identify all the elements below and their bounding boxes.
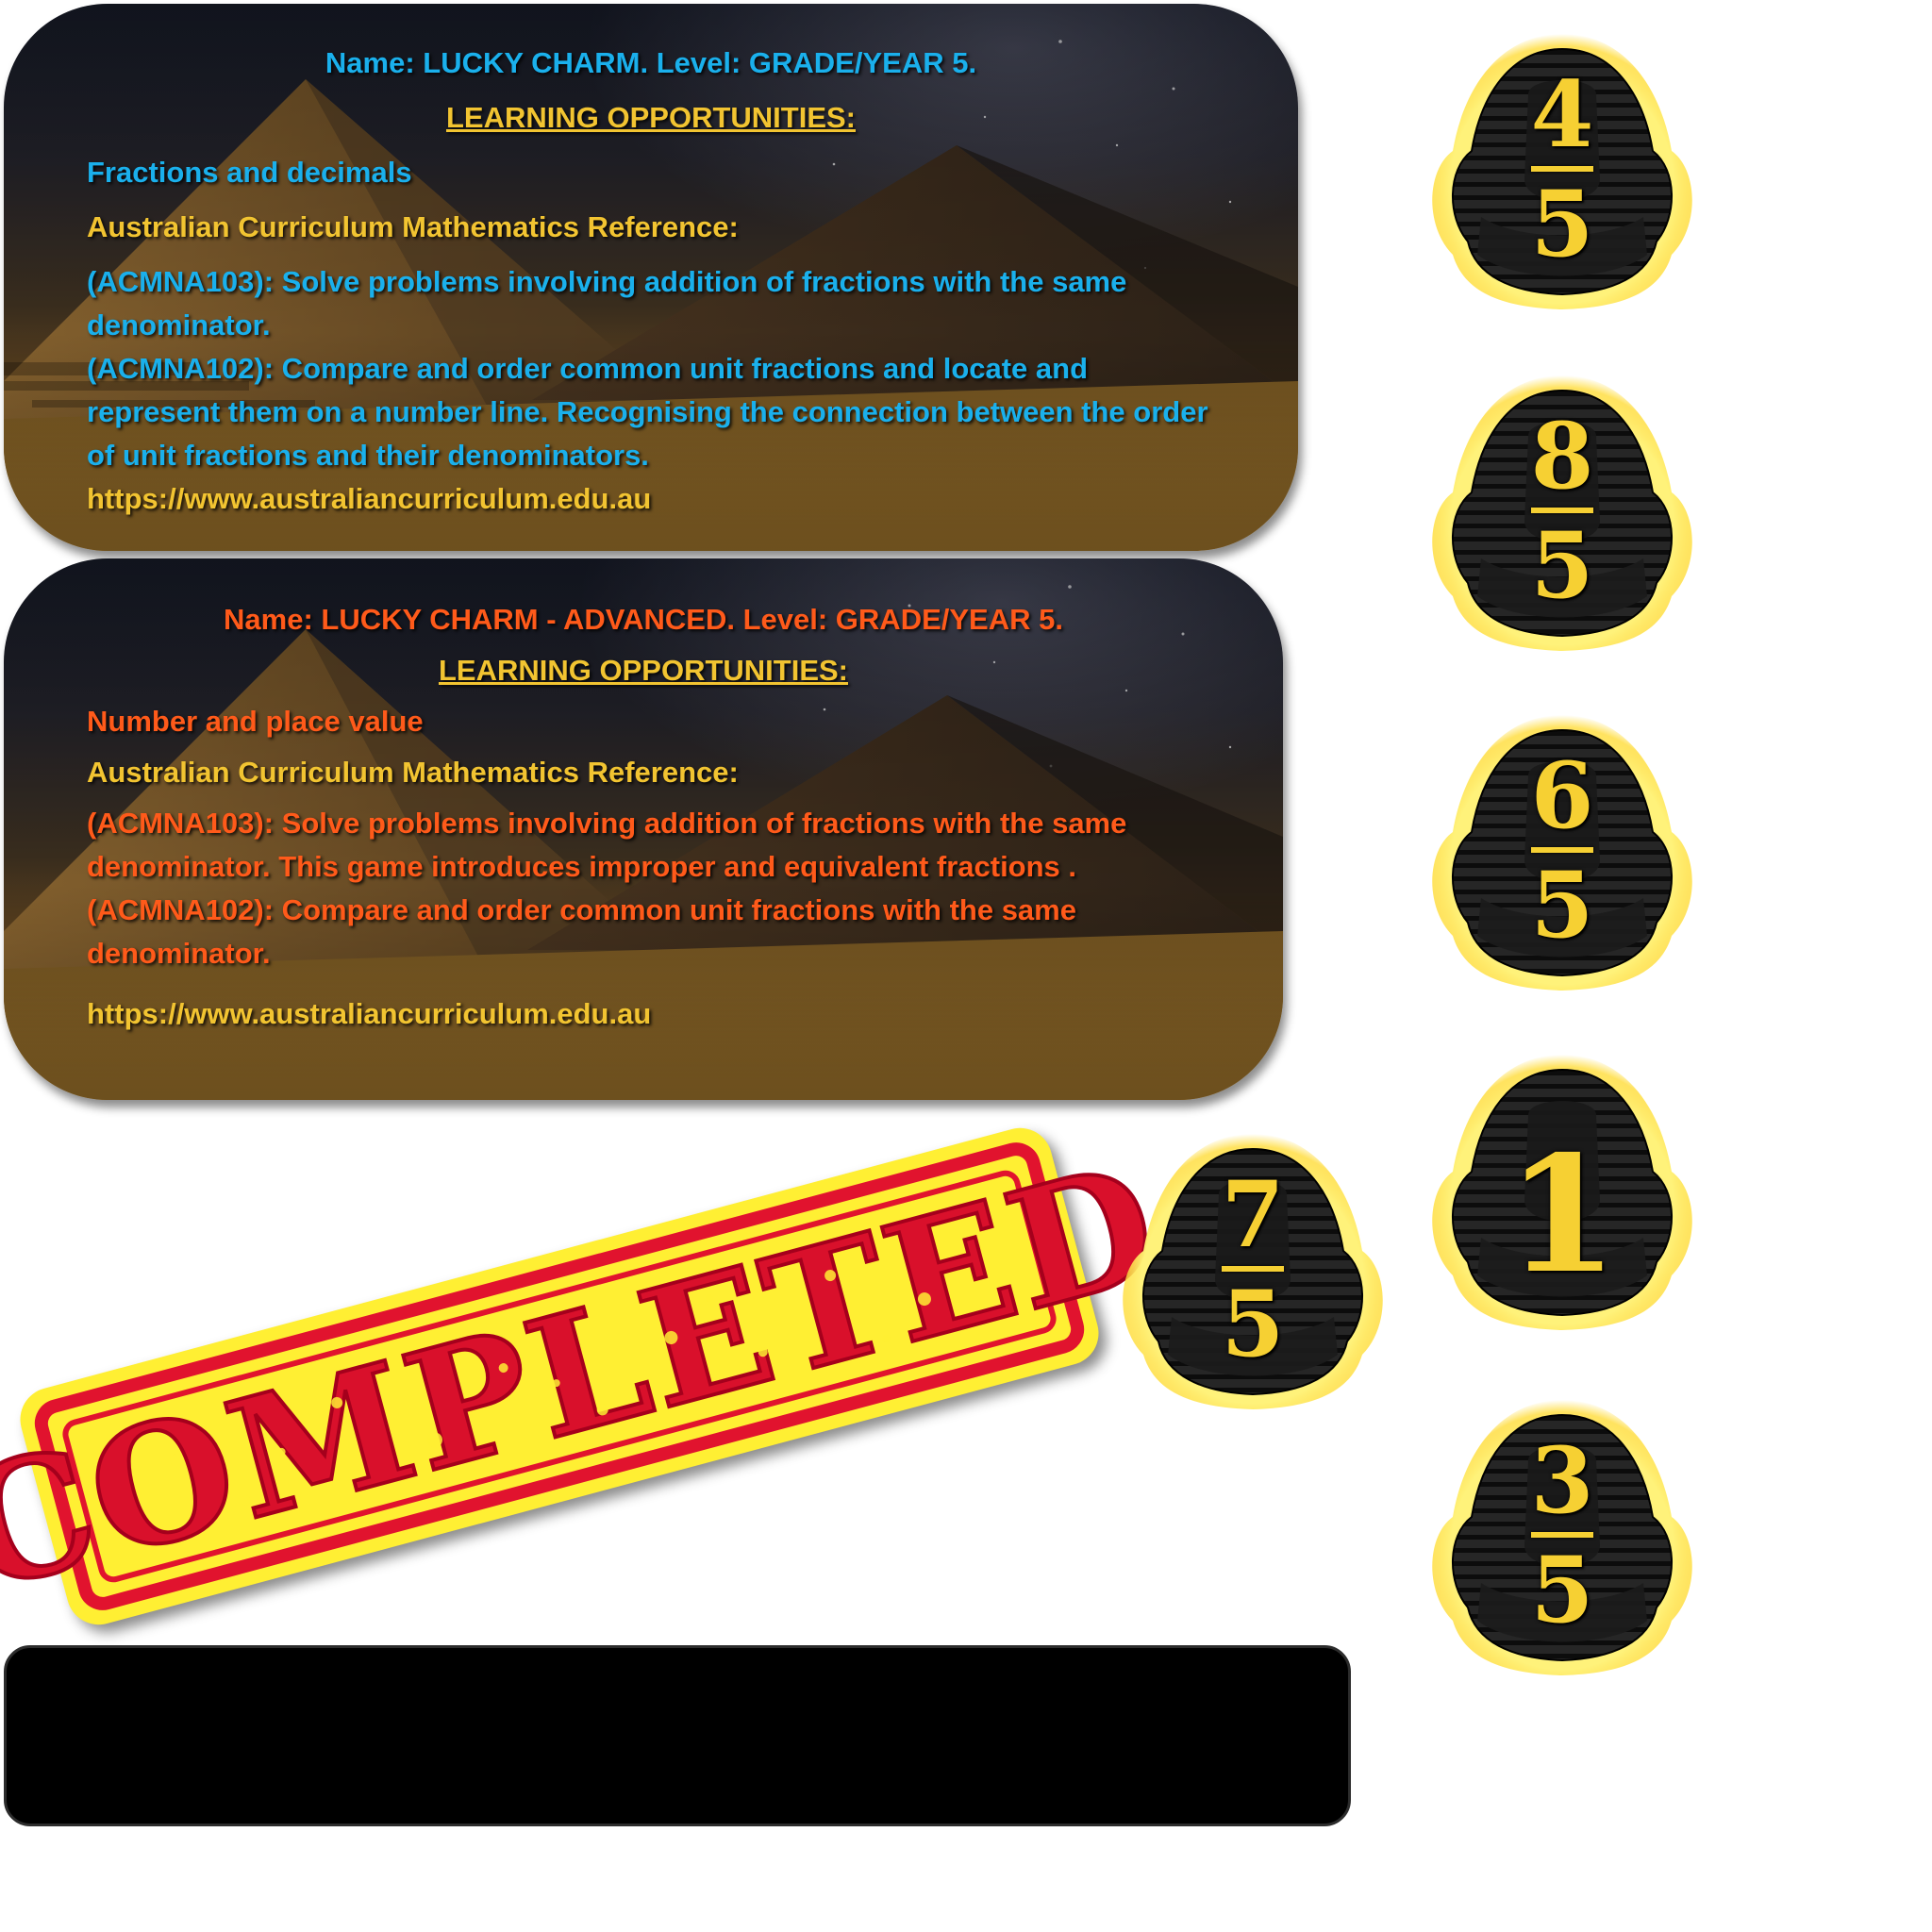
curriculum-link[interactable]: https://www.australiancurriculum.edu.au	[87, 477, 1215, 521]
token-denominator: 5	[1530, 512, 1594, 619]
info-panel-basic: Name: LUCKY CHARM. Level: GRADE/YEAR 5. …	[4, 4, 1298, 551]
topic-label: Fractions and decimals	[87, 156, 412, 189]
token-numerator: 8	[1530, 403, 1594, 509]
token-whole-number: 1	[1506, 1121, 1619, 1309]
token-denominator: 5	[1530, 1537, 1594, 1643]
message-bar	[4, 1645, 1351, 1826]
token-denominator: 5	[1530, 852, 1594, 958]
info-panel-advanced: Name: LUCKY CHARM - ADVANCED. Level: GRA…	[4, 558, 1283, 1100]
token-denominator: 5	[1530, 171, 1594, 277]
stamp-grunge-texture	[170, 1270, 931, 1506]
curriculum-reference-label: Australian Curriculum Mathematics Refere…	[87, 210, 739, 243]
fraction-token[interactable]: 3 5	[1424, 1394, 1700, 1677]
game-title: Name: LUCKY CHARM. Level: GRADE/YEAR 5.	[325, 46, 977, 79]
topic-label: Number and place value	[87, 705, 424, 738]
token-numerator: 4	[1530, 61, 1594, 168]
placed-fraction-token[interactable]: 7 5	[1115, 1128, 1391, 1411]
whole-number-token[interactable]: 1	[1424, 1049, 1700, 1332]
token-numerator: 6	[1530, 742, 1594, 849]
token-denominator: 5	[1221, 1271, 1285, 1377]
curriculum-link[interactable]: https://www.australiancurriculum.edu.au	[87, 992, 1200, 1036]
curriculum-description: (ACMNA103): Solve problems involving add…	[87, 807, 1127, 970]
game-title: Name: LUCKY CHARM - ADVANCED. Level: GRA…	[224, 603, 1063, 636]
curriculum-description: (ACMNA103): Solve problems involving add…	[87, 265, 1208, 472]
token-numerator: 7	[1221, 1161, 1285, 1268]
fraction-token[interactable]: 4 5	[1424, 28, 1700, 311]
fraction-token[interactable]: 6 5	[1424, 709, 1700, 992]
completed-stamp: COMPLETED	[0, 1121, 1179, 1632]
learning-opportunities-heading: LEARNING OPPORTUNITIES:	[445, 101, 856, 134]
curriculum-reference-label: Australian Curriculum Mathematics Refere…	[87, 756, 739, 789]
fraction-token[interactable]: 8 5	[1424, 370, 1700, 653]
token-numerator: 3	[1530, 1427, 1594, 1534]
learning-opportunities-heading: LEARNING OPPORTUNITIES:	[438, 654, 848, 687]
